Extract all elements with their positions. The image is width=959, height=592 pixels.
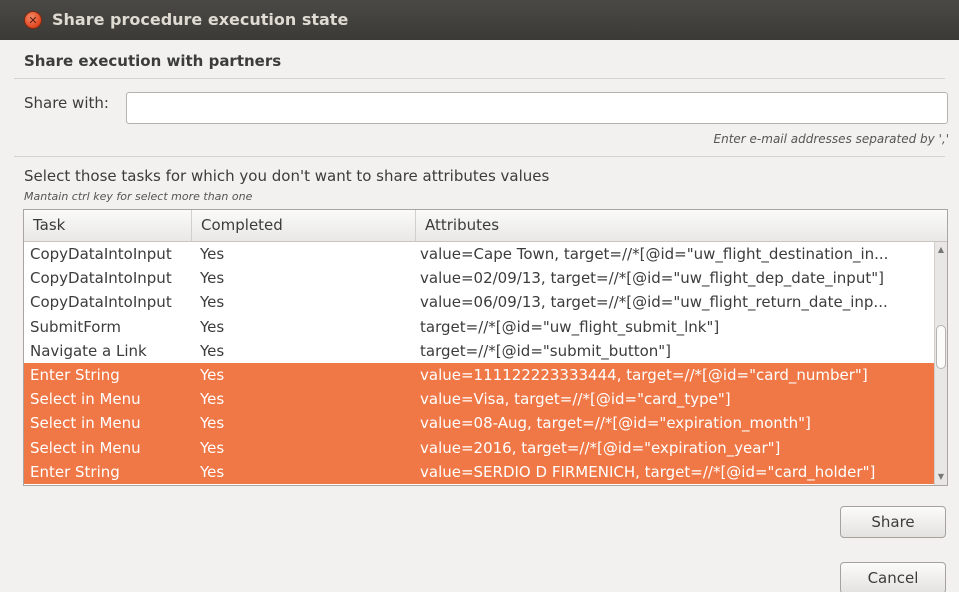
attributes-cell: value=02/09/13, target=//*[@id="uw_fligh… — [420, 269, 884, 288]
separator — [14, 156, 945, 157]
window-titlebar: ✕ Share procedure execution state — [0, 0, 959, 40]
chevron-down-icon[interactable]: ▼ — [936, 471, 946, 483]
completed-cell: Yes — [200, 365, 225, 384]
task-cell: Enter String — [30, 365, 120, 384]
table-row[interactable]: Enter String Yes value=SERDIO D FIRMENIC… — [24, 459, 934, 484]
column-header-attributes[interactable]: Attributes — [416, 210, 947, 241]
table-row[interactable]: Select in Menu Yes value=Visa, target=//… — [24, 387, 934, 412]
tasks-table[interactable]: Task Completed Attributes CopyDataIntoIn… — [23, 209, 948, 486]
share-button[interactable]: Share — [840, 506, 946, 538]
table-row[interactable]: CopyDataIntoInput Yes value=02/09/13, ta… — [24, 266, 934, 290]
attributes-cell: value=2016, target=//*[@id="expiration_y… — [420, 438, 781, 457]
window-title: Share procedure execution state — [52, 10, 349, 29]
table-row[interactable]: Select in Menu Yes value=2016, target=//… — [24, 435, 934, 460]
table-row[interactable]: SubmitForm Yes target=//*[@id="uw_flight… — [24, 315, 934, 339]
separator — [14, 78, 945, 79]
tasks-hint: Mantain ctrl key for select more than on… — [24, 190, 253, 203]
attributes-cell: value=08-Aug, target=//*[@id="expiration… — [420, 414, 811, 433]
table-row[interactable]: CopyDataIntoInput Yes value=06/09/13, ta… — [24, 290, 934, 314]
table-scrollbar[interactable]: ▲ ▼ — [934, 242, 947, 485]
share-with-label: Share with: — [24, 94, 109, 112]
table-row[interactable]: Navigate a Link Yes target=//*[@id="subm… — [24, 339, 934, 363]
completed-cell: Yes — [200, 245, 225, 263]
table-row[interactable]: Enter String Yes value=111122223333444, … — [24, 362, 934, 388]
task-cell: SubmitForm — [30, 317, 121, 336]
close-icon[interactable]: ✕ — [24, 11, 42, 29]
task-cell: CopyDataIntoInput — [30, 293, 172, 312]
completed-cell: Yes — [200, 341, 225, 360]
task-cell: CopyDataIntoInput — [30, 269, 172, 288]
tasks-instruction: Select those tasks for which you don't w… — [24, 167, 550, 185]
task-cell: Select in Menu — [30, 414, 141, 433]
table-row[interactable]: CopyDataIntoInput Yes value=Cape Town, t… — [24, 242, 934, 266]
attributes-cell: target=//*[@id="uw_flight_submit_lnk"] — [420, 317, 720, 336]
task-cell: CopyDataIntoInput — [30, 245, 172, 263]
attributes-cell: value=06/09/13, target=//*[@id="uw_fligh… — [420, 293, 888, 312]
section-header: Share execution with partners — [24, 52, 282, 70]
email-hint: Enter e-mail addresses separated by ',' — [713, 132, 949, 146]
completed-cell: Yes — [200, 293, 225, 312]
column-header-task[interactable]: Task — [24, 210, 192, 241]
table-header: Task Completed Attributes — [24, 210, 947, 242]
completed-cell: Yes — [200, 269, 225, 288]
attributes-cell: value=Cape Town, target=//*[@id="uw_flig… — [420, 245, 889, 263]
table-row[interactable]: Select in Menu Yes value=08-Aug, target=… — [24, 411, 934, 436]
column-header-completed[interactable]: Completed — [192, 210, 416, 241]
scrollbar-thumb[interactable] — [936, 324, 946, 369]
attributes-cell: value=111122223333444, target=//*[@id="c… — [420, 365, 868, 384]
share-with-input[interactable] — [126, 92, 948, 124]
attributes-cell: target=//*[@id="submit_button"] — [420, 341, 672, 360]
task-cell: Enter String — [30, 462, 120, 481]
attributes-cell: value=Visa, target=//*[@id="card_type"] — [420, 390, 731, 409]
task-cell: Select in Menu — [30, 390, 141, 409]
task-cell: Select in Menu — [30, 438, 141, 457]
cancel-button[interactable]: Cancel — [840, 562, 946, 592]
completed-cell: Yes — [200, 462, 225, 481]
task-cell: Navigate a Link — [30, 341, 147, 360]
chevron-up-icon[interactable]: ▲ — [936, 244, 946, 256]
completed-cell: Yes — [200, 414, 225, 433]
attributes-cell: value=SERDIO D FIRMENICH, target=//*[@id… — [420, 462, 876, 481]
completed-cell: Yes — [200, 317, 225, 336]
table-body: CopyDataIntoInput Yes value=Cape Town, t… — [24, 242, 934, 484]
completed-cell: Yes — [200, 390, 225, 409]
completed-cell: Yes — [200, 438, 225, 457]
